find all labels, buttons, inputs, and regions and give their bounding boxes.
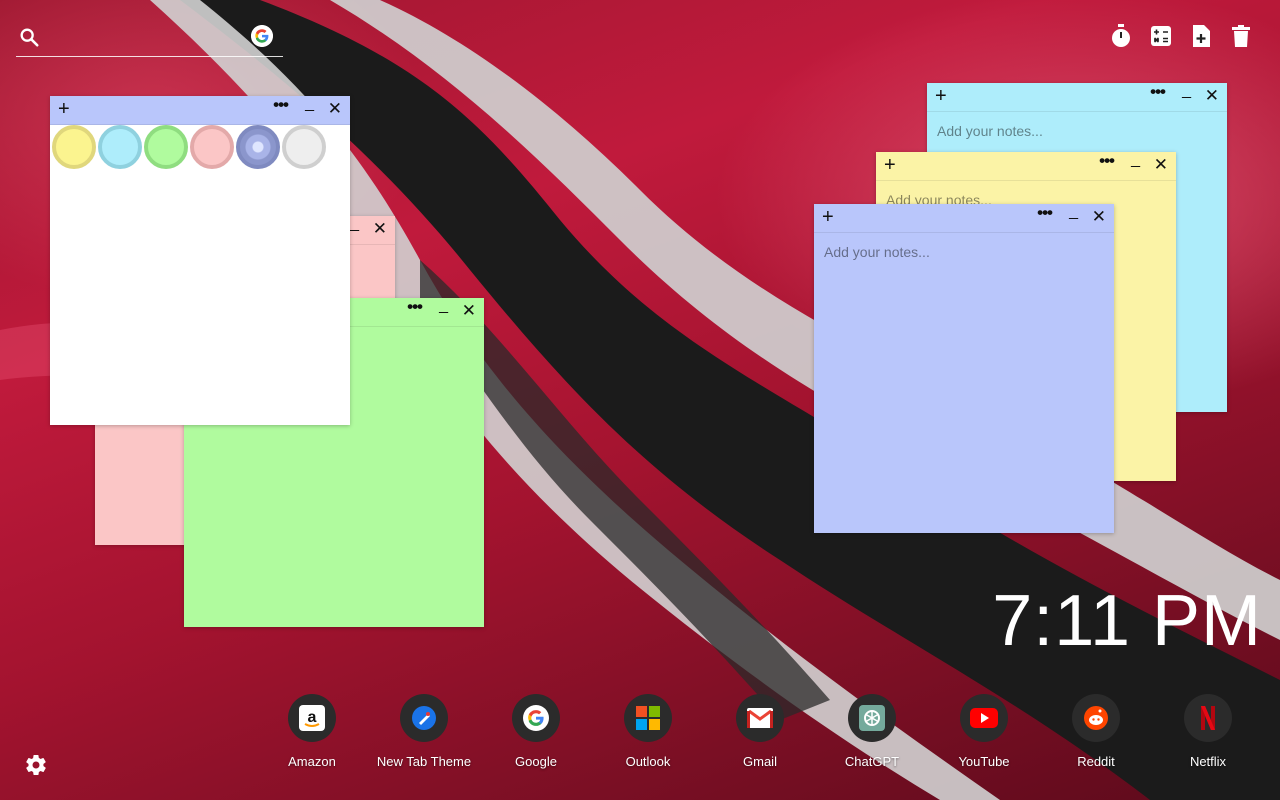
sticky-note-blue[interactable]: + ••• _ ✕ Add your notes... — [814, 203, 1114, 533]
minimize-button[interactable]: _ — [1182, 82, 1191, 100]
close-button[interactable]: ✕ — [1092, 208, 1106, 225]
outlook-icon — [624, 694, 672, 742]
color-swatch-yellow[interactable] — [52, 125, 96, 169]
minimize-button[interactable]: _ — [1131, 151, 1140, 169]
shortcut-gmail[interactable]: Gmail — [704, 694, 816, 769]
minimize-button[interactable]: _ — [350, 215, 359, 233]
svg-text:a: a — [308, 709, 317, 726]
youtube-icon — [960, 694, 1008, 742]
note-toolbar: + ••• _ ✕ — [876, 151, 1176, 181]
new-tab-theme-icon — [400, 694, 448, 742]
color-picker — [50, 125, 326, 169]
close-button[interactable]: ✕ — [1154, 156, 1168, 173]
close-button[interactable]: ✕ — [462, 302, 476, 319]
search-bar[interactable] — [16, 22, 283, 57]
shortcut-new-tab-theme[interactable]: New Tab Theme — [368, 694, 480, 769]
note-textarea[interactable]: Add your notes... — [824, 244, 930, 260]
trash-icon — [1231, 25, 1250, 47]
add-note-button[interactable]: + — [822, 207, 834, 227]
more-options-button[interactable]: ••• — [1037, 203, 1053, 223]
chatgpt-icon — [848, 694, 896, 742]
close-button[interactable]: ✕ — [373, 220, 387, 237]
clock: 7:11 PM — [992, 581, 1262, 661]
shortcut-label: Amazon — [288, 754, 336, 769]
shortcut-label: ChatGPT — [844, 754, 900, 769]
calculator-icon — [1150, 26, 1171, 46]
shortcut-label: New Tab Theme — [376, 754, 472, 769]
google-icon — [512, 694, 560, 742]
minimize-button[interactable]: _ — [305, 95, 314, 113]
note-toolbar: + ••• _ ✕ — [814, 203, 1114, 233]
shortcut-outlook[interactable]: Outlook — [592, 694, 704, 769]
more-options-button[interactable]: ••• — [407, 297, 423, 317]
shortcut-label: Netflix — [1189, 754, 1227, 769]
search-icon — [20, 28, 39, 47]
settings-gear-icon[interactable] — [24, 753, 48, 777]
shortcut-label: Reddit — [1077, 754, 1115, 769]
more-options-button[interactable]: ••• — [1099, 151, 1115, 171]
add-note-button[interactable]: + — [884, 155, 896, 175]
shortcut-label: YouTube — [958, 754, 1010, 769]
delete-all-button[interactable] — [1229, 24, 1252, 48]
minimize-button[interactable]: _ — [1069, 203, 1078, 221]
color-swatch-gray[interactable] — [282, 125, 326, 169]
search-input[interactable] — [52, 24, 246, 52]
shortcut-amazon[interactable]: a Amazon — [256, 694, 368, 769]
note-toolbar: + ••• _ ✕ — [927, 82, 1227, 112]
color-swatch-pink[interactable] — [190, 125, 234, 169]
shortcut-label: Gmail — [743, 754, 777, 769]
add-note-button[interactable]: + — [935, 86, 947, 106]
sticky-note-white[interactable]: + ••• _ ✕ — [50, 95, 350, 425]
reddit-icon — [1072, 694, 1120, 742]
note-toolbar: + ••• _ ✕ — [50, 95, 350, 125]
more-options-button[interactable]: ••• — [1150, 82, 1166, 102]
color-swatch-blue-selected[interactable] — [236, 125, 280, 169]
color-swatch-green[interactable] — [144, 125, 188, 169]
new-note-button[interactable] — [1189, 24, 1212, 48]
netflix-icon — [1184, 694, 1232, 742]
google-search-icon[interactable] — [251, 25, 273, 47]
gmail-icon — [736, 694, 784, 742]
top-toolbar — [1109, 24, 1252, 48]
color-swatch-cyan[interactable] — [98, 125, 142, 169]
calculator-button[interactable] — [1149, 24, 1172, 48]
shortcut-youtube[interactable]: YouTube — [928, 694, 1040, 769]
shortcut-reddit[interactable]: Reddit — [1040, 694, 1152, 769]
more-options-button[interactable]: ••• — [273, 95, 289, 115]
shortcut-label: Outlook — [625, 754, 671, 769]
close-button[interactable]: ✕ — [328, 100, 342, 117]
amazon-icon: a — [288, 694, 336, 742]
shortcut-chatgpt[interactable]: ChatGPT — [816, 694, 928, 769]
shortcut-label: Google — [515, 754, 557, 769]
close-button[interactable]: ✕ — [1205, 87, 1219, 104]
timer-button[interactable] — [1109, 24, 1132, 48]
shortcut-netflix[interactable]: Netflix — [1152, 694, 1264, 769]
shortcut-google[interactable]: Google — [480, 694, 592, 769]
note-textarea[interactable]: Add your notes... — [937, 123, 1043, 139]
add-note-button[interactable]: + — [58, 99, 70, 119]
timer-icon — [1111, 24, 1130, 47]
new-note-icon — [1192, 25, 1210, 47]
minimize-button[interactable]: _ — [439, 297, 448, 315]
